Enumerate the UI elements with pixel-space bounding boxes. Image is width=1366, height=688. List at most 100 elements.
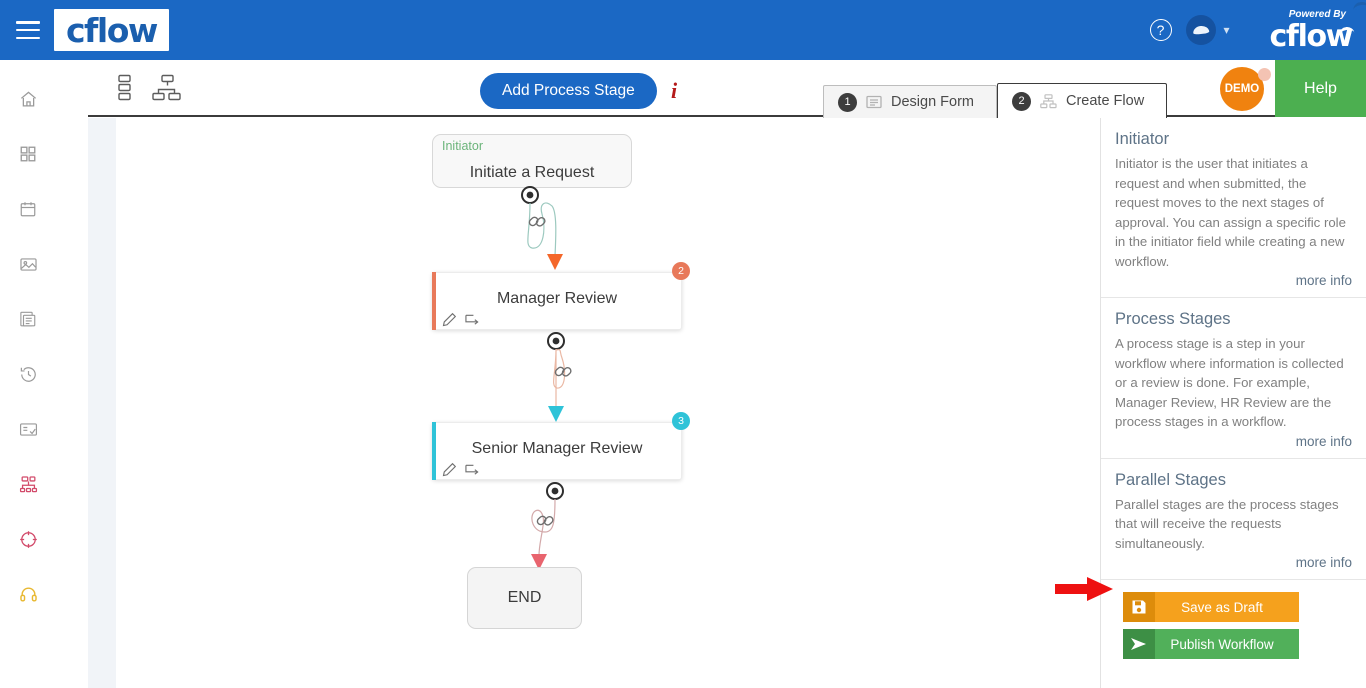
move-arrow-icon[interactable] — [464, 312, 481, 327]
home-icon — [20, 91, 36, 106]
pencil-edit-icon[interactable] — [442, 312, 457, 327]
node-senior-manager-review[interactable]: Senior Manager Review 3 — [432, 412, 690, 480]
link-chain-icon[interactable] — [554, 366, 572, 377]
save-as-draft-label: Save as Draft — [1181, 599, 1263, 615]
initiator-tag-label: Initiator — [442, 139, 483, 153]
initiator-title: Initiate a Request — [469, 164, 595, 181]
node-end[interactable]: END — [467, 567, 582, 629]
canvas-left-gutter — [88, 118, 116, 688]
connection-anchor-icon[interactable] — [521, 186, 539, 204]
tab-label-create-flow: Create Flow — [1066, 93, 1145, 109]
sidebar-item-calendar[interactable] — [8, 192, 48, 226]
image-icon — [19, 257, 37, 271]
cflow-logo-text: cflow — [66, 10, 158, 50]
sidebar-item-history[interactable] — [8, 357, 48, 391]
arrow-head-orange — [547, 254, 563, 270]
step-tabs: 1 Design Form 2 Create Flow — [823, 83, 1168, 118]
sidebar-item-home[interactable] — [8, 82, 48, 116]
linear-view-icon[interactable] — [114, 74, 136, 101]
history-clock-icon — [20, 366, 36, 382]
link-chain-icon[interactable] — [536, 515, 554, 526]
tab-design-form[interactable]: 1 Design Form — [823, 85, 997, 118]
help-button[interactable]: Help — [1275, 60, 1366, 117]
help-section-initiator: Initiator Initiator is the user that ini… — [1101, 118, 1366, 298]
more-info-link[interactable]: more info — [1115, 555, 1352, 573]
stage-card[interactable]: Senior Manager Review 3 — [432, 412, 690, 480]
powered-by-cflow-logo: Powered By cflow — [1270, 9, 1355, 52]
org-chart-icon — [19, 475, 37, 492]
stage-badge: 3 — [672, 412, 690, 430]
document-icon — [20, 311, 36, 327]
powered-by-logo-text: cflow — [1269, 19, 1354, 54]
anchor-dot — [552, 337, 560, 345]
chevron-down-icon[interactable]: ▾ — [1224, 23, 1230, 37]
end-title: END — [507, 589, 542, 606]
connector-path — [527, 202, 557, 257]
stage-badge: 2 — [672, 262, 690, 280]
cflow-logo[interactable]: cflow — [54, 0, 1366, 51]
help-info-panel: Initiator Initiator is the user that ini… — [1100, 118, 1366, 688]
more-info-link[interactable]: more info — [1115, 273, 1352, 291]
save-as-draft-button[interactable]: Save as Draft — [1123, 592, 1299, 622]
sidebar-item-workflow[interactable] — [8, 467, 48, 501]
stage-action-group — [442, 462, 481, 477]
tab-number-1: 1 — [838, 92, 857, 112]
help-section-process-stages: Process Stages A process stage is a step… — [1101, 298, 1366, 459]
help-section-body: Parallel stages are the process stages t… — [1115, 496, 1339, 551]
publish-workflow-button[interactable]: Publish Workflow — [1123, 629, 1299, 659]
tab-number-2: 2 — [1012, 91, 1031, 111]
calendar-icon — [20, 202, 36, 217]
stage-action-group — [442, 312, 481, 327]
pencil-edit-icon[interactable] — [442, 462, 457, 477]
info-icon[interactable]: i — [671, 78, 677, 104]
form-icon — [866, 95, 882, 109]
move-arrow-icon[interactable] — [464, 462, 481, 477]
help-section-body: Initiator is the user that initiates a r… — [1115, 156, 1346, 269]
tab-create-flow[interactable]: 2 Create Flow — [997, 83, 1168, 118]
sidebar-item-reports[interactable] — [8, 412, 48, 446]
publish-workflow-label: Publish Workflow — [1170, 636, 1274, 652]
help-section-title: Initiator — [1115, 130, 1170, 148]
help-section-parallel-stages: Parallel Stages Parallel stages are the … — [1101, 459, 1366, 580]
connector-path — [531, 498, 556, 557]
question-circle-icon[interactable]: ? — [1149, 19, 1172, 41]
help-section-title: Parallel Stages — [1115, 470, 1226, 489]
floppy-save-icon — [1123, 592, 1155, 622]
headset-icon — [19, 586, 37, 602]
anchor-dot — [551, 487, 559, 495]
arrow-head-cyan — [548, 406, 564, 422]
left-sidebar — [0, 60, 56, 688]
stage-card[interactable]: Manager Review 2 — [432, 262, 690, 330]
help-section-body: A process stage is a step in your workfl… — [1115, 336, 1344, 429]
connector-path — [553, 348, 566, 408]
add-process-stage-button[interactable]: Add Process Stage — [480, 73, 657, 109]
node-manager-review[interactable]: Manager Review 2 — [432, 262, 690, 330]
sidebar-item-goals[interactable] — [8, 522, 48, 556]
more-info-link[interactable]: more info — [1115, 434, 1352, 452]
tree-view-icon[interactable] — [152, 74, 182, 101]
report-card-icon — [19, 422, 37, 436]
hamburger-menu-icon[interactable] — [16, 21, 40, 39]
tab-label-design-form: Design Form — [891, 94, 974, 110]
connector-manager-to-senior — [547, 332, 572, 422]
send-arrow-icon — [1123, 629, 1155, 659]
connection-anchor-icon[interactable] — [547, 332, 565, 350]
connection-anchor-icon[interactable] — [546, 482, 564, 500]
notification-dot-icon — [1258, 68, 1271, 81]
node-initiator[interactable]: Initiator Initiate a Request — [432, 134, 632, 188]
user-avatar-icon[interactable] — [1185, 15, 1216, 45]
flow-icon — [1040, 93, 1057, 109]
topbar-right-group: ? ▾ Powered By cflow — [1149, 0, 1366, 60]
panel-action-buttons: Save as Draft Publish Workflow — [1101, 580, 1366, 659]
red-pointer-arrow — [1055, 577, 1113, 601]
link-chain-icon[interactable] — [528, 216, 546, 227]
apps-grid-icon — [20, 146, 36, 162]
connector-senior-to-end — [531, 482, 564, 570]
stage-title: Manager Review — [496, 290, 618, 307]
connector-initiator-to-manager — [521, 186, 563, 270]
sidebar-item-documents[interactable] — [8, 302, 48, 336]
sidebar-item-media[interactable] — [8, 247, 48, 281]
sidebar-item-apps[interactable] — [8, 137, 48, 171]
sidebar-item-support[interactable] — [8, 577, 48, 611]
anchor-dot — [526, 191, 534, 199]
